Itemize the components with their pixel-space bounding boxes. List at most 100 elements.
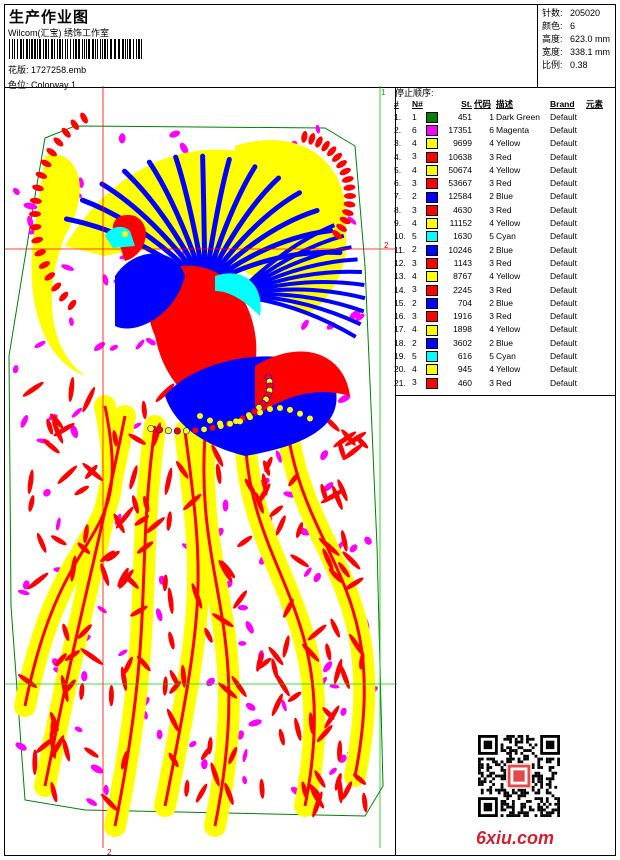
color-swatch	[426, 231, 438, 243]
row-element	[586, 323, 614, 336]
row-needle: 2	[412, 336, 442, 349]
row-code: 1	[489, 111, 494, 122]
color-sequence-body: 1. 1 451 1 Dark Green Default 2. 6 17351 6 Magenta…	[394, 110, 614, 389]
row-stitches: 4630	[453, 204, 472, 215]
row-code: 2	[489, 244, 494, 255]
row-needle: 3	[412, 176, 442, 190]
needle-number: 1	[412, 111, 417, 122]
row-needle: 3	[412, 150, 442, 163]
row-brand: Default	[550, 231, 577, 242]
color-swatch	[426, 297, 438, 309]
row-code: 5	[489, 350, 494, 361]
row-needle: 5	[412, 349, 442, 363]
company-name: Wilcom(汇宝) 绣饰工作室	[8, 28, 109, 38]
row-description: Red	[496, 204, 512, 215]
row-brand: Default	[550, 218, 577, 229]
color-swatch	[426, 204, 438, 216]
row-stitches: 10638	[448, 151, 472, 162]
table-row: 4. 3 10638 3 Red Default	[394, 150, 614, 163]
specs-divider	[537, 5, 538, 87]
color-swatch	[426, 244, 438, 256]
row-code: 4	[489, 271, 494, 282]
needle-number: 3	[412, 204, 417, 215]
needle-number: 4	[412, 364, 417, 375]
row-stitches: 704	[457, 297, 472, 308]
row-element	[586, 296, 614, 309]
row-brand: Default	[550, 271, 577, 282]
row-stitches: 8767	[453, 271, 472, 282]
row-brand: Default	[550, 377, 577, 388]
table-row: 9. 4 11152 4 Yellow Default	[394, 216, 614, 230]
row-element	[586, 203, 614, 216]
row-needle: 3	[412, 283, 442, 296]
watermark-logo: 6xiu.com	[476, 828, 555, 848]
row-description: Blue	[496, 337, 514, 348]
row-code: 3	[489, 257, 494, 268]
row-brand: Default	[550, 297, 577, 308]
row-description: Yellow	[496, 218, 521, 229]
row-brand: Default	[550, 191, 577, 202]
row-description: Red	[496, 257, 512, 268]
row-brand: Default	[550, 337, 577, 348]
row-code: 5	[489, 231, 494, 242]
needle-number: 4	[412, 271, 417, 282]
row-element	[586, 283, 614, 296]
row-brand: Default	[550, 178, 577, 189]
table-row: 12. 3 1143 3 Red Default	[394, 256, 614, 270]
needle-number: 5	[412, 350, 417, 361]
table-bottom-rule	[395, 395, 615, 396]
row-needle: 4	[412, 216, 442, 230]
row-brand: Default	[550, 324, 577, 335]
row-code: 2	[489, 297, 494, 308]
color-swatch	[426, 324, 438, 336]
needle-number: 5	[412, 231, 417, 242]
col-description: 描述	[496, 99, 514, 109]
needle-number: 2	[412, 297, 417, 308]
row-code: 3	[489, 377, 494, 388]
row-code: 3	[489, 178, 494, 189]
color-swatch	[426, 351, 438, 363]
guide-mark-bottom: 2	[107, 848, 112, 857]
row-stitches: 451	[457, 111, 472, 122]
row-element	[586, 110, 614, 123]
row-stitches: 945	[457, 364, 472, 375]
row-description: Yellow	[496, 138, 521, 149]
row-needle: 3	[412, 309, 442, 323]
row-element	[586, 150, 614, 163]
col-brand: Brand	[550, 99, 575, 109]
row-needle: 5	[412, 230, 442, 243]
row-code: 3	[489, 204, 494, 215]
row-element	[586, 376, 614, 389]
row-brand: Default	[550, 284, 577, 295]
row-description: Dark Green	[496, 111, 540, 122]
table-row: 1. 1 451 1 Dark Green Default	[394, 110, 614, 123]
row-element	[586, 216, 614, 229]
col-code: 代码	[474, 99, 492, 109]
table-row: 20. 4 945 4 Yellow Default	[394, 363, 614, 376]
needle-number: 3	[412, 310, 417, 321]
row-brand: Default	[550, 164, 577, 175]
row-needle: 2	[412, 296, 442, 309]
barcode-icon	[9, 39, 142, 59]
row-element	[586, 256, 614, 269]
needle-number: 3	[412, 151, 417, 162]
row-element	[586, 243, 614, 256]
color-swatch	[426, 111, 438, 123]
row-description: Red	[496, 151, 512, 162]
row-description: Red	[496, 178, 512, 189]
color-swatch	[426, 125, 438, 137]
row-brand: Default	[550, 138, 577, 149]
needle-number: 4	[412, 138, 417, 149]
row-code: 3	[489, 311, 494, 322]
row-stitches: 17351	[448, 124, 472, 135]
row-description: Cyan	[496, 350, 516, 361]
row-brand: Default	[550, 124, 577, 135]
needle-number: 2	[412, 337, 417, 348]
row-stitches: 1916	[453, 311, 472, 322]
row-needle: 3	[412, 203, 442, 216]
row-stitches: 11152	[449, 218, 472, 229]
color-swatch	[426, 164, 438, 176]
needle-number: 3	[412, 178, 417, 188]
row-stitches: 1630	[453, 231, 472, 242]
table-row: 16. 3 1916 3 Red Default	[394, 309, 614, 323]
